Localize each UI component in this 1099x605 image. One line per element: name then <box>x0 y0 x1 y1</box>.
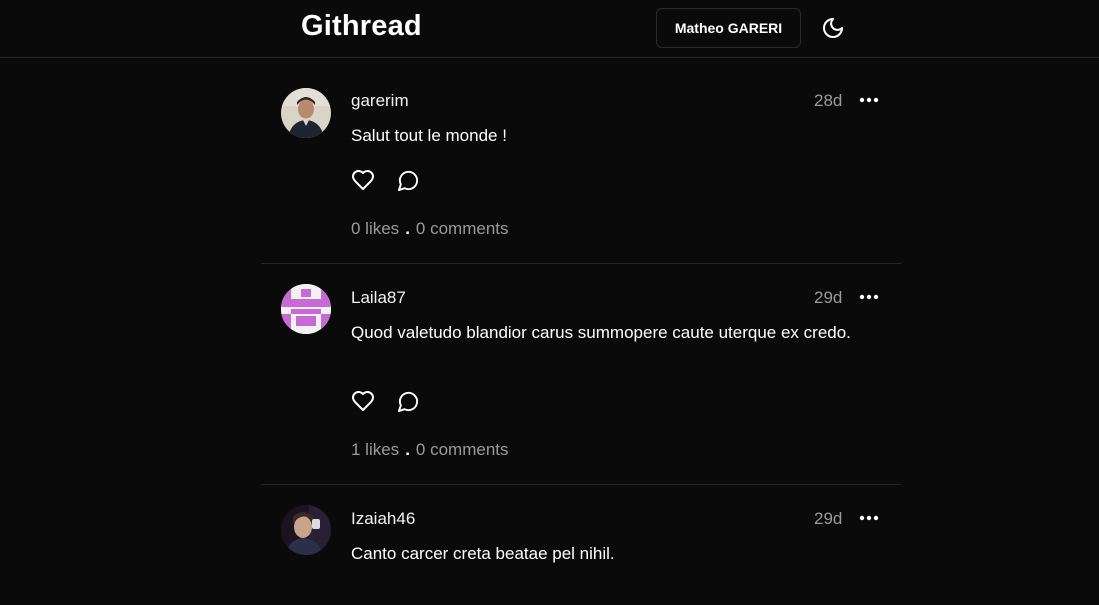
post-item: Izaiah46 29d Canto carcer creta beatae p… <box>261 485 901 605</box>
moon-icon <box>823 18 843 38</box>
likes-count[interactable]: 1 likes <box>351 440 399 459</box>
post-username[interactable]: Laila87 <box>351 288 406 308</box>
like-button[interactable] <box>349 387 377 415</box>
user-photo-icon <box>281 505 331 555</box>
post-content: Quod valetudo blandior carus summopere c… <box>351 323 851 342</box>
post-item: garerim 28d Salut tout le monde ! 0 like… <box>261 59 901 264</box>
post-stats: 1 likes. 0 comments <box>351 440 509 460</box>
avatar[interactable] <box>281 88 331 138</box>
heart-icon <box>352 170 374 190</box>
comments-count[interactable]: 0 comments <box>416 219 509 238</box>
more-options-button[interactable] <box>858 93 880 107</box>
top-header: Githread Matheo GARERI <box>0 0 1099 58</box>
more-horizontal-icon <box>859 97 879 103</box>
post-content: Salut tout le monde ! <box>351 126 507 145</box>
comment-button[interactable] <box>394 387 422 415</box>
post-username[interactable]: garerim <box>351 91 409 111</box>
message-circle-icon <box>397 391 418 412</box>
thread-feed: garerim 28d Salut tout le monde ! 0 like… <box>261 59 901 605</box>
theme-toggle-button[interactable] <box>819 14 847 42</box>
post-content: Canto carcer creta beatae pel nihil. <box>351 544 615 563</box>
more-options-button[interactable] <box>858 511 880 525</box>
identicon-icon <box>281 284 331 334</box>
post-timestamp: 28d <box>814 91 843 110</box>
post-item: Laila87 29d Quod valetudo blandior carus… <box>261 264 901 485</box>
message-circle-icon <box>397 170 418 191</box>
post-timestamp: 29d <box>814 509 843 528</box>
more-options-button[interactable] <box>858 290 880 304</box>
heart-icon <box>352 391 374 411</box>
more-horizontal-icon <box>859 515 879 521</box>
user-photo-icon <box>281 88 331 138</box>
more-horizontal-icon <box>859 294 879 300</box>
likes-count[interactable]: 0 likes <box>351 219 399 238</box>
stats-separator: . <box>405 219 410 238</box>
app-logo[interactable]: Githread <box>301 10 422 43</box>
stats-separator: . <box>405 440 410 459</box>
comment-button[interactable] <box>394 166 422 194</box>
avatar[interactable] <box>281 284 331 334</box>
user-menu-button[interactable]: Matheo GARERI <box>656 8 801 48</box>
post-stats: 0 likes. 0 comments <box>351 219 509 239</box>
comments-count[interactable]: 0 comments <box>416 440 509 459</box>
post-username[interactable]: Izaiah46 <box>351 509 415 529</box>
post-timestamp: 29d <box>814 288 843 307</box>
avatar[interactable] <box>281 505 331 555</box>
like-button[interactable] <box>349 166 377 194</box>
